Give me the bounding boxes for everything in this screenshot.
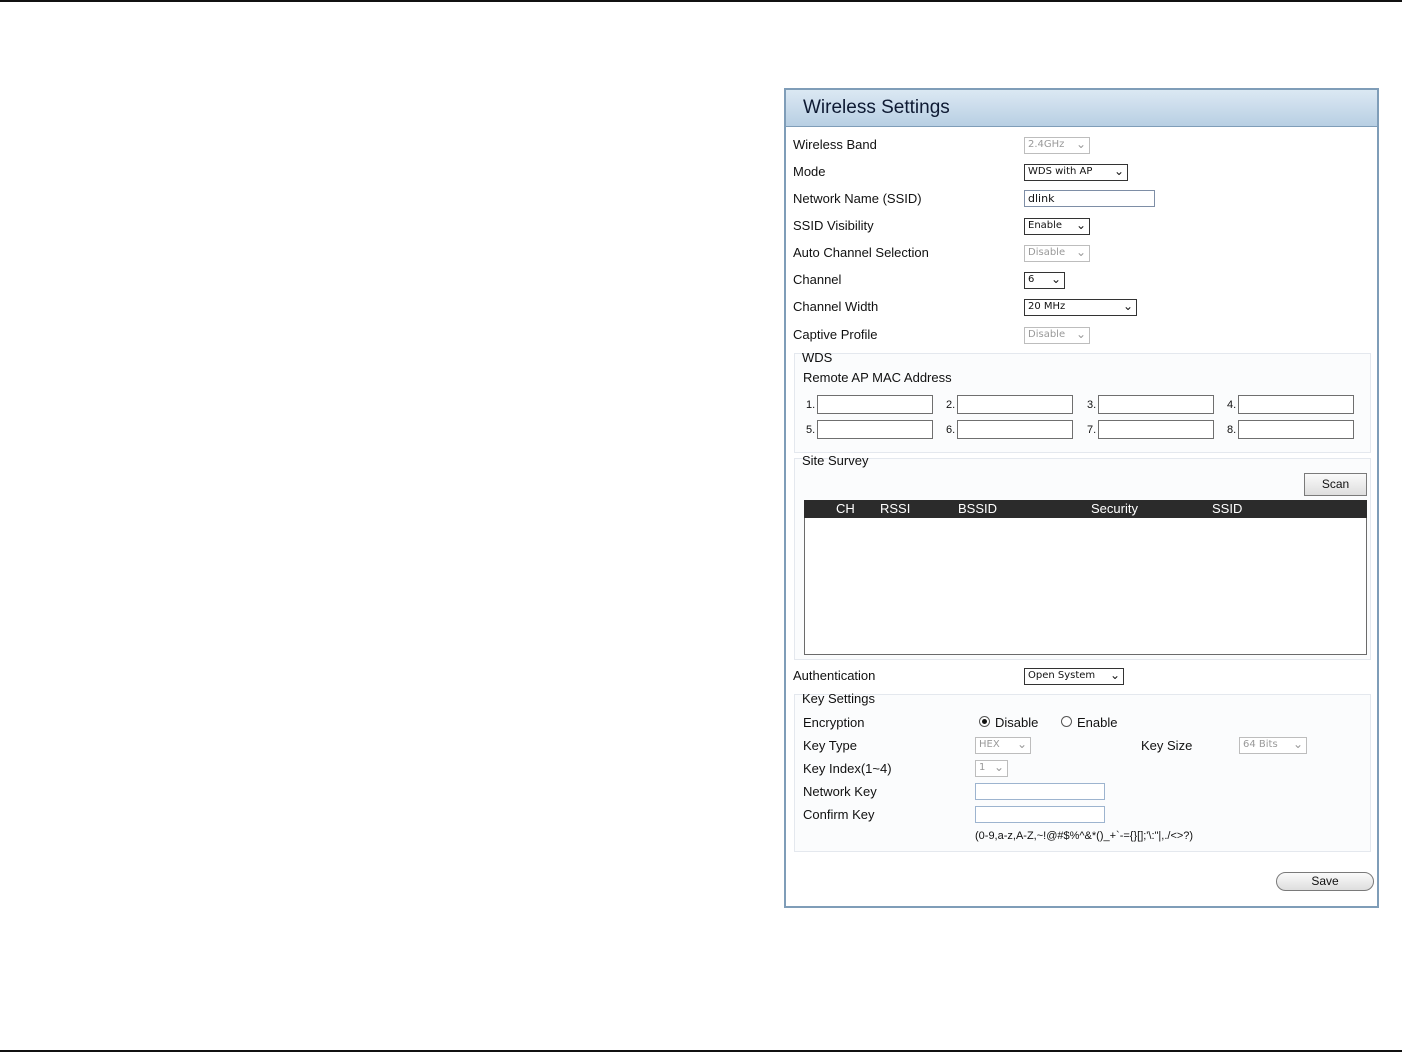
mac-address-input-7[interactable]: [1098, 420, 1214, 439]
auto-channel-value: Disable: [1028, 247, 1066, 258]
wireless-band-select[interactable]: 2.4GHz ⌄: [1024, 137, 1090, 154]
wireless-band-label: Wireless Band: [793, 137, 877, 152]
chevron-down-icon: ⌄: [1122, 299, 1133, 313]
encryption-label: Encryption: [803, 715, 865, 730]
mode-value: WDS with AP: [1028, 166, 1093, 177]
encryption-disable-radio[interactable]: [979, 716, 990, 727]
chevron-down-icon: ⌄: [1109, 668, 1120, 682]
chevron-down-icon: ⌄: [1292, 737, 1303, 751]
panel-header: Wireless Settings: [786, 90, 1377, 127]
chevron-down-icon: ⌄: [1016, 737, 1027, 751]
column-header-rssi: RSSI: [880, 501, 911, 516]
key-index-select[interactable]: 1 ⌄: [975, 760, 1008, 777]
mac-address-input-3[interactable]: [1098, 395, 1214, 414]
mac-slot-number: 1.: [806, 399, 816, 411]
chevron-down-icon: ⌄: [1075, 245, 1086, 259]
chevron-down-icon: ⌄: [1075, 137, 1086, 151]
channel-select[interactable]: 6 ⌄: [1024, 272, 1065, 289]
remote-ap-mac-label: Remote AP MAC Address: [803, 370, 952, 385]
mac-address-input-5[interactable]: [817, 420, 933, 439]
chevron-down-icon: ⌄: [1075, 218, 1086, 232]
column-header-ch: CH: [836, 501, 855, 516]
mac-slot-number: 8.: [1227, 424, 1237, 436]
panel-title: Wireless Settings: [803, 97, 950, 118]
chevron-down-icon: ⌄: [1075, 327, 1086, 341]
encryption-enable-radio[interactable]: [1061, 716, 1072, 727]
mac-slot-number: 7.: [1087, 424, 1097, 436]
key-size-select[interactable]: 64 Bits ⌄: [1239, 737, 1307, 754]
mac-slot-number: 3.: [1087, 399, 1097, 411]
mac-slot-number: 4.: [1227, 399, 1237, 411]
key-type-value: HEX: [979, 739, 1000, 750]
auto-channel-label: Auto Channel Selection: [793, 245, 929, 260]
mac-address-input-2[interactable]: [957, 395, 1073, 414]
captive-profile-label: Captive Profile: [793, 327, 878, 342]
ssid-visibility-label: SSID Visibility: [793, 218, 874, 233]
mac-address-input-4[interactable]: [1238, 395, 1354, 414]
channel-width-value: 20 MHz: [1028, 301, 1066, 312]
mode-select[interactable]: WDS with AP ⌄: [1024, 164, 1128, 181]
bottom-rule: [0, 1050, 1402, 1052]
chevron-down-icon: ⌄: [1113, 164, 1124, 178]
column-header-ssid: SSID: [1212, 501, 1243, 516]
key-size-label: Key Size: [1141, 738, 1193, 753]
confirm-key-label: Confirm Key: [803, 807, 875, 822]
captive-profile-select[interactable]: Disable ⌄: [1024, 327, 1090, 344]
confirm-key-input[interactable]: [975, 806, 1105, 823]
save-button[interactable]: Save: [1276, 872, 1374, 891]
ssid-visibility-select[interactable]: Enable ⌄: [1024, 218, 1090, 235]
authentication-select[interactable]: Open System ⌄: [1024, 668, 1124, 685]
key-type-label: Key Type: [803, 738, 857, 753]
key-settings-title: Key Settings: [802, 691, 875, 706]
mac-address-input-8[interactable]: [1238, 420, 1354, 439]
authentication-label: Authentication: [793, 668, 876, 683]
channel-width-label: Channel Width: [793, 299, 879, 314]
chevron-down-icon: ⌄: [993, 760, 1004, 774]
key-size-value: 64 Bits: [1243, 739, 1278, 750]
column-header-bssid: BSSID: [958, 501, 998, 516]
ssid-visibility-value: Enable: [1028, 220, 1063, 231]
authentication-value: Open System: [1028, 670, 1096, 681]
mac-address-input-1[interactable]: [817, 395, 933, 414]
site-survey-title: Site Survey: [802, 453, 869, 468]
captive-profile-value: Disable: [1028, 329, 1066, 340]
channel-width-select[interactable]: 20 MHz ⌄: [1024, 299, 1137, 316]
wireless-band-value: 2.4GHz: [1028, 139, 1065, 150]
wireless-settings-panel: Wireless Settings Wireless Band 2.4GHz ⌄…: [784, 88, 1379, 908]
auto-channel-select[interactable]: Disable ⌄: [1024, 245, 1090, 262]
allowed-characters-hint: (0-9,a-z,A-Z,~!@#$%^&*()_+`-={}[];'\:"|,…: [975, 830, 1194, 842]
wds-title: WDS: [802, 350, 833, 365]
mac-slot-number: 5.: [806, 424, 816, 436]
encryption-enable-label: Enable: [1077, 715, 1118, 730]
column-header-security: Security: [1091, 501, 1138, 516]
key-index-value: 1: [979, 762, 986, 773]
ssid-label: Network Name (SSID): [793, 191, 922, 206]
site-survey-table-body[interactable]: [804, 518, 1367, 655]
ssid-input[interactable]: dlink: [1024, 190, 1155, 207]
site-survey-table-header: CH RSSI BSSID Security SSID: [804, 500, 1367, 518]
mac-slot-number: 6.: [946, 424, 956, 436]
scan-button[interactable]: Scan: [1304, 473, 1367, 496]
key-index-label: Key Index(1~4): [803, 761, 892, 776]
encryption-disable-label: Disable: [995, 715, 1039, 730]
network-key-input[interactable]: [975, 783, 1105, 800]
mac-slot-number: 2.: [946, 399, 956, 411]
network-key-label: Network Key: [803, 784, 877, 799]
mode-label: Mode: [793, 164, 826, 179]
key-type-select[interactable]: HEX ⌄: [975, 737, 1031, 754]
channel-label: Channel: [793, 272, 842, 287]
top-rule: [0, 0, 1402, 2]
chevron-down-icon: ⌄: [1050, 272, 1061, 286]
ssid-value: dlink: [1028, 192, 1055, 205]
mac-address-input-6[interactable]: [957, 420, 1073, 439]
channel-value: 6: [1028, 274, 1035, 285]
